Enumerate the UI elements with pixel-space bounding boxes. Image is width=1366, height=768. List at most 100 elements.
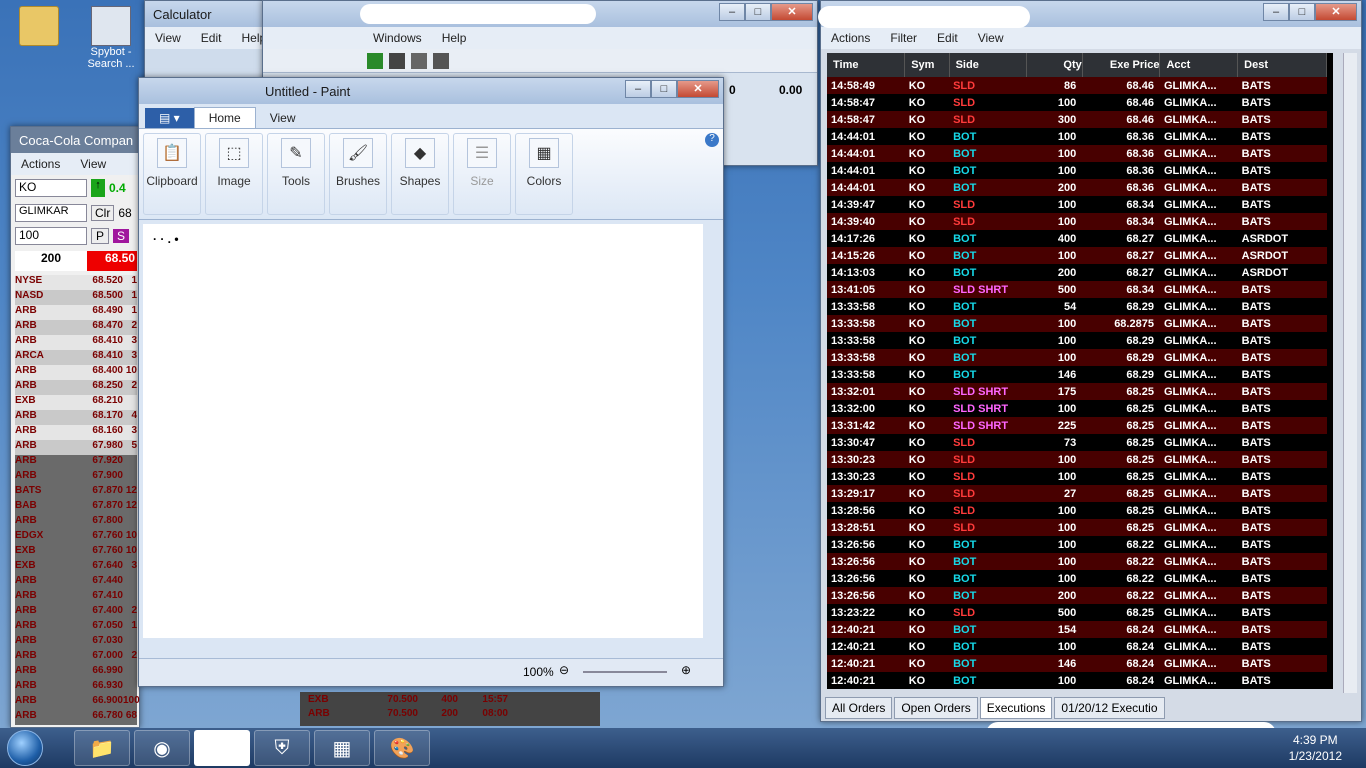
- toolbar-icon[interactable]: [367, 52, 383, 69]
- toolbar-icon[interactable]: [411, 52, 427, 69]
- table-row[interactable]: 12:40:21 KO BOT 154 68.24 GLIMKA... BATS: [827, 621, 1327, 638]
- table-row[interactable]: 13:26:56 KO BOT 100 68.22 GLIMKA... BATS: [827, 570, 1327, 587]
- table-row[interactable]: 13:30:47 KO SLD 73 68.25 GLIMKA... BATS: [827, 434, 1327, 451]
- table-row[interactable]: 14:44:01 KO BOT 100 68.36 GLIMKA... BATS: [827, 128, 1327, 145]
- toolbar-icon[interactable]: [389, 52, 405, 69]
- quantity-stepper[interactable]: 100: [15, 227, 87, 245]
- minimize-button[interactable]: –: [625, 80, 651, 98]
- table-row[interactable]: 13:29:17 KO SLD 27 68.25 GLIMKA... BATS: [827, 485, 1327, 502]
- menu-view[interactable]: View: [968, 31, 1014, 45]
- column-header-qty[interactable]: Qty: [1026, 53, 1083, 77]
- paint-title-bar[interactable]: Untitled - Paint – □ ✕: [139, 78, 723, 104]
- table-row[interactable]: 13:41:05 KO SLD SHRT 500 68.34 GLIMKA... BATS: [827, 281, 1327, 298]
- taskbar-app-shield[interactable]: ⛨: [254, 730, 310, 766]
- price-input[interactable]: 68: [118, 206, 131, 220]
- table-row[interactable]: 14:58:49 KO SLD 86 68.46 GLIMKA... BATS: [827, 77, 1327, 94]
- minimize-button[interactable]: –: [1263, 3, 1289, 21]
- brushes-group[interactable]: 🖌 Brushes: [329, 133, 387, 215]
- table-row[interactable]: 13:26:56 KO BOT 100 68.22 GLIMKA... BATS: [827, 553, 1327, 570]
- paint-app-menu-button[interactable]: ▤ ▾: [145, 108, 194, 128]
- level2-window[interactable]: Coca-Cola Compan Actions View KO ↑ 0.4 G…: [10, 126, 140, 728]
- column-header-side[interactable]: Side: [949, 53, 1028, 77]
- table-row[interactable]: 14:58:47 KO SLD 300 68.46 GLIMKA... BATS: [827, 111, 1327, 128]
- table-row[interactable]: 14:39:47 KO SLD 100 68.34 GLIMKA... BATS: [827, 196, 1327, 213]
- tab-home[interactable]: Home: [193, 107, 256, 128]
- tab-executions[interactable]: Executions: [979, 697, 1053, 719]
- table-row[interactable]: 14:44:01 KO BOT 100 68.36 GLIMKA... BATS: [827, 145, 1327, 162]
- menu-actions[interactable]: Actions: [821, 31, 880, 45]
- paint-window[interactable]: Untitled - Paint – □ ✕ ▤ ▾ Home View 📋 Cl…: [138, 77, 724, 687]
- table-row[interactable]: 14:58:47 KO SLD 100 68.46 GLIMKA... BATS: [827, 94, 1327, 111]
- close-button[interactable]: ✕: [1315, 3, 1357, 21]
- table-row[interactable]: 14:15:26 KO BOT 100 68.27 GLIMKA... ASRDOT: [827, 247, 1327, 264]
- image-group[interactable]: ⬚ Image: [205, 133, 263, 215]
- table-row[interactable]: 13:26:56 KO BOT 100 68.22 GLIMKA... BATS: [827, 536, 1327, 553]
- level2-title-bar[interactable]: Coca-Cola Compan: [11, 127, 139, 153]
- taskbar-calculator[interactable]: ▦: [314, 730, 370, 766]
- table-row[interactable]: 14:44:01 KO BOT 200 68.36 GLIMKA... BATS: [827, 179, 1327, 196]
- symbol-input[interactable]: KO: [15, 179, 87, 197]
- taskbar-paint[interactable]: 🎨: [374, 730, 430, 766]
- column-header-dest[interactable]: Dest: [1237, 53, 1327, 77]
- help-icon[interactable]: ?: [705, 133, 719, 147]
- table-row[interactable]: 13:33:58 KO BOT 100 68.29 GLIMKA... BATS: [827, 332, 1327, 349]
- menu-view[interactable]: View: [70, 157, 116, 171]
- tab-view[interactable]: View: [256, 108, 310, 128]
- vertical-scrollbar[interactable]: [1343, 53, 1357, 693]
- clipboard-group[interactable]: 📋 Clipboard: [143, 133, 201, 215]
- table-row[interactable]: 14:44:01 KO BOT 100 68.36 GLIMKA... BATS: [827, 162, 1327, 179]
- table-row[interactable]: 14:17:26 KO BOT 400 68.27 GLIMKA... ASRDOT: [827, 230, 1327, 247]
- table-row[interactable]: 13:28:51 KO SLD 100 68.25 GLIMKA... BATS: [827, 519, 1327, 536]
- table-row[interactable]: 12:40:21 KO BOT 146 68.24 GLIMKA... BATS: [827, 655, 1327, 672]
- zoom-out-button[interactable]: ⊖: [559, 663, 569, 677]
- desktop-icon-spybot[interactable]: Spybot - Search ...: [76, 6, 146, 70]
- colors-group[interactable]: ▦ Colors: [515, 133, 573, 215]
- table-row[interactable]: 13:33:58 KO BOT 100 68.2875 GLIMKA... BATS: [827, 315, 1327, 332]
- table-row[interactable]: 13:26:56 KO BOT 200 68.22 GLIMKA... BATS: [827, 587, 1327, 604]
- shapes-group[interactable]: ◆ Shapes: [391, 133, 449, 215]
- table-row[interactable]: 13:31:42 KO SLD SHRT 225 68.25 GLIMKA... BATS: [827, 417, 1327, 434]
- clear-button[interactable]: Clr: [91, 205, 115, 221]
- table-row[interactable]: 13:30:23 KO SLD 100 68.25 GLIMKA... BATS: [827, 468, 1327, 485]
- menu-view[interactable]: View: [145, 31, 191, 45]
- maximize-button[interactable]: □: [651, 80, 677, 98]
- maximize-button[interactable]: □: [745, 3, 771, 21]
- taskbar-explorer[interactable]: 📁: [74, 730, 130, 766]
- table-row[interactable]: 13:32:00 KO SLD SHRT 100 68.25 GLIMKA... BATS: [827, 400, 1327, 417]
- account-select[interactable]: GLIMKAR: [15, 204, 87, 222]
- menu-edit[interactable]: Edit: [927, 31, 968, 45]
- table-row[interactable]: 13:32:01 KO SLD SHRT 175 68.25 GLIMKA... BATS: [827, 383, 1327, 400]
- close-button[interactable]: ✕: [771, 3, 813, 21]
- column-header-sym[interactable]: Sym: [904, 53, 950, 77]
- paint-canvas[interactable]: · · . •: [143, 224, 703, 638]
- table-row[interactable]: 13:23:22 KO SLD 500 68.25 GLIMKA... BATS: [827, 604, 1327, 621]
- p-button[interactable]: P: [91, 228, 110, 244]
- table-row[interactable]: 12:40:21 KO BOT 100 68.24 GLIMKA... BATS: [827, 638, 1327, 655]
- start-button[interactable]: [0, 728, 50, 768]
- table-row[interactable]: 14:13:03 KO BOT 200 68.27 GLIMKA... ASRDOT: [827, 264, 1327, 281]
- table-row[interactable]: 13:28:56 KO SLD 100 68.25 GLIMKA... BATS: [827, 502, 1327, 519]
- s-button[interactable]: S: [113, 229, 130, 243]
- table-row[interactable]: 13:30:23 KO SLD 100 68.25 GLIMKA... BATS: [827, 451, 1327, 468]
- menu-filter[interactable]: Filter: [880, 31, 927, 45]
- system-clock[interactable]: 4:39 PM 1/23/2012: [1289, 732, 1342, 764]
- menu-windows[interactable]: Windows: [363, 31, 432, 45]
- taskbar-app-redacted[interactable]: [194, 730, 250, 766]
- tools-group[interactable]: ✎ Tools: [267, 133, 325, 215]
- table-row[interactable]: 13:33:58 KO BOT 54 68.29 GLIMKA... BATS: [827, 298, 1327, 315]
- size-group[interactable]: ☰ Size: [453, 133, 511, 215]
- menu-help[interactable]: Help: [432, 31, 477, 45]
- column-header-acct[interactable]: Acct: [1159, 53, 1239, 77]
- column-header-exe-price[interactable]: Exe Price: [1082, 53, 1161, 77]
- table-row[interactable]: 13:33:58 KO BOT 146 68.29 GLIMKA... BATS: [827, 366, 1327, 383]
- tab-all-orders[interactable]: All Orders: [825, 697, 893, 719]
- zoom-in-button[interactable]: ⊕: [681, 663, 691, 677]
- menu-actions[interactable]: Actions: [11, 157, 70, 171]
- executions-window[interactable]: – □ ✕ Actions Filter Edit View Time Sym Si…: [820, 0, 1362, 722]
- column-header-time[interactable]: Time: [827, 53, 906, 77]
- table-row[interactable]: 13:33:58 KO BOT 100 68.29 GLIMKA... BATS: [827, 349, 1327, 366]
- minimize-button[interactable]: –: [719, 3, 745, 21]
- desktop-icon-user-folder[interactable]: [4, 6, 74, 46]
- toolbar-icon[interactable]: [433, 52, 449, 69]
- close-button[interactable]: ✕: [677, 80, 719, 98]
